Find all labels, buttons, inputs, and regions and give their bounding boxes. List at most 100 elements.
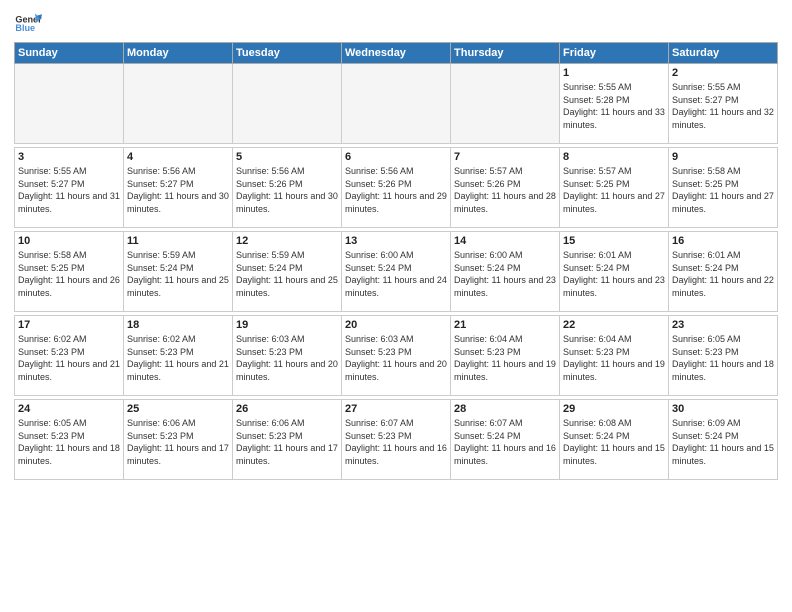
day-number: 24 [18,403,120,415]
day-info: Sunrise: 6:04 AMSunset: 5:23 PMDaylight:… [563,333,665,383]
day-number: 10 [18,235,120,247]
logo: General Blue [14,10,42,38]
day-cell-1: 1Sunrise: 5:55 AMSunset: 5:28 PMDaylight… [560,64,669,144]
day-cell-25: 25 Sunrise: 6:06 AMSunset: 5:23 PMDayligh… [124,400,233,480]
day-info: Sunrise: 6:07 AMSunset: 5:24 PMDaylight:… [454,417,556,467]
day-number: 16 [672,235,774,247]
day-cell-6: 6Sunrise: 5:56 AMSunset: 5:26 PMDaylight… [342,148,451,228]
day-number: 15 [563,235,665,247]
day-number: 1 [563,67,665,79]
day-info: Sunrise: 5:59 AMSunset: 5:24 PMDaylight:… [236,249,338,299]
day-cell-23: 23 Sunrise: 6:05 AMSunset: 5:23 PMDayligh… [669,316,778,396]
day-number: 23 [672,319,774,331]
header: General Blue [14,10,778,38]
day-info: Sunrise: 6:06 AMSunset: 5:23 PMDaylight:… [127,417,229,467]
day-cell-19: 19 Sunrise: 6:03 AMSunset: 5:23 PMDayligh… [233,316,342,396]
day-number: 6 [345,151,447,163]
day-number: 4 [127,151,229,163]
day-info: Sunrise: 6:00 AMSunset: 5:24 PMDaylight:… [454,249,556,299]
day-info: Sunrise: 6:09 AMSunset: 5:24 PMDaylight:… [672,417,774,467]
weekday-header-monday: Monday [124,43,233,64]
day-cell-18: 18 Sunrise: 6:02 AMSunset: 5:23 PMDayligh… [124,316,233,396]
day-number: 14 [454,235,556,247]
day-number: 11 [127,235,229,247]
empty-cell [342,64,451,144]
day-cell-20: 20 Sunrise: 6:03 AMSunset: 5:23 PMDayligh… [342,316,451,396]
empty-cell [124,64,233,144]
day-cell-22: 22 Sunrise: 6:04 AMSunset: 5:23 PMDayligh… [560,316,669,396]
day-cell-3: 3 Sunrise: 5:55 AMSunset: 5:27 PMDaylight… [15,148,124,228]
day-info: Sunrise: 5:56 AMSunset: 5:26 PMDaylight:… [236,165,338,215]
day-info: Sunrise: 6:01 AMSunset: 5:24 PMDaylight:… [563,249,665,299]
day-number: 30 [672,403,774,415]
day-number: 5 [236,151,338,163]
day-cell-10: 10 Sunrise: 5:58 AMSunset: 5:25 PMDayligh… [15,232,124,312]
day-info: Sunrise: 5:57 AMSunset: 5:26 PMDaylight:… [454,165,556,215]
day-number: 20 [345,319,447,331]
day-info: Sunrise: 6:07 AMSunset: 5:23 PMDaylight:… [345,417,447,467]
day-cell-13: 13Sunrise: 6:00 AMSunset: 5:24 PMDayligh… [342,232,451,312]
weekday-header-thursday: Thursday [451,43,560,64]
day-number: 18 [127,319,229,331]
day-number: 2 [672,67,774,79]
weekday-header-row: SundayMondayTuesdayWednesdayThursdayFrid… [15,43,778,64]
day-number: 28 [454,403,556,415]
empty-cell [15,64,124,144]
day-cell-16: 16 Sunrise: 6:01 AMSunset: 5:24 PMDayligh… [669,232,778,312]
week-row-3: 10 Sunrise: 5:58 AMSunset: 5:25 PMDayligh… [15,232,778,312]
day-info: Sunrise: 5:57 AMSunset: 5:25 PMDaylight:… [563,165,665,215]
day-number: 25 [127,403,229,415]
day-number: 9 [672,151,774,163]
day-info: Sunrise: 5:59 AMSunset: 5:24 PMDaylight:… [127,249,229,299]
week-row-5: 24 Sunrise: 6:05 AMSunset: 5:23 PMDayligh… [15,400,778,480]
weekday-header-wednesday: Wednesday [342,43,451,64]
day-info: Sunrise: 6:03 AMSunset: 5:23 PMDaylight:… [345,333,447,383]
week-row-4: 17 Sunrise: 6:02 AMSunset: 5:23 PMDayligh… [15,316,778,396]
weekday-header-tuesday: Tuesday [233,43,342,64]
day-cell-8: 8 Sunrise: 5:57 AMSunset: 5:25 PMDaylight… [560,148,669,228]
day-info: Sunrise: 5:55 AMSunset: 5:27 PMDaylight:… [672,81,774,131]
weekday-header-saturday: Saturday [669,43,778,64]
empty-cell [451,64,560,144]
day-info: Sunrise: 6:02 AMSunset: 5:23 PMDaylight:… [127,333,229,383]
day-info: Sunrise: 6:03 AMSunset: 5:23 PMDaylight:… [236,333,338,383]
weekday-header-sunday: Sunday [15,43,124,64]
day-info: Sunrise: 6:02 AMSunset: 5:23 PMDaylight:… [18,333,120,383]
week-row-1: 1Sunrise: 5:55 AMSunset: 5:28 PMDaylight… [15,64,778,144]
day-cell-17: 17 Sunrise: 6:02 AMSunset: 5:23 PMDayligh… [15,316,124,396]
day-info: Sunrise: 6:06 AMSunset: 5:23 PMDaylight:… [236,417,338,467]
day-number: 19 [236,319,338,331]
day-cell-5: 5 Sunrise: 5:56 AMSunset: 5:26 PMDaylight… [233,148,342,228]
day-number: 7 [454,151,556,163]
day-info: Sunrise: 5:58 AMSunset: 5:25 PMDaylight:… [672,165,774,215]
day-info: Sunrise: 6:05 AMSunset: 5:23 PMDaylight:… [18,417,120,467]
day-cell-11: 11 Sunrise: 5:59 AMSunset: 5:24 PMDayligh… [124,232,233,312]
day-info: Sunrise: 6:01 AMSunset: 5:24 PMDaylight:… [672,249,774,299]
weekday-header-friday: Friday [560,43,669,64]
day-cell-15: 15 Sunrise: 6:01 AMSunset: 5:24 PMDayligh… [560,232,669,312]
day-info: Sunrise: 5:56 AMSunset: 5:27 PMDaylight:… [127,165,229,215]
calendar: SundayMondayTuesdayWednesdayThursdayFrid… [14,42,778,480]
day-number: 27 [345,403,447,415]
week-row-2: 3 Sunrise: 5:55 AMSunset: 5:27 PMDaylight… [15,148,778,228]
day-number: 17 [18,319,120,331]
day-cell-29: 29Sunrise: 6:08 AMSunset: 5:24 PMDayligh… [560,400,669,480]
day-cell-14: 14 Sunrise: 6:00 AMSunset: 5:24 PMDayligh… [451,232,560,312]
day-info: Sunrise: 5:58 AMSunset: 5:25 PMDaylight:… [18,249,120,299]
day-cell-24: 24 Sunrise: 6:05 AMSunset: 5:23 PMDayligh… [15,400,124,480]
day-cell-7: 7 Sunrise: 5:57 AMSunset: 5:26 PMDaylight… [451,148,560,228]
day-number: 22 [563,319,665,331]
logo-icon: General Blue [14,10,42,38]
day-cell-28: 28 Sunrise: 6:07 AMSunset: 5:24 PMDayligh… [451,400,560,480]
day-cell-27: 27 Sunrise: 6:07 AMSunset: 5:23 PMDayligh… [342,400,451,480]
day-info: Sunrise: 6:05 AMSunset: 5:23 PMDaylight:… [672,333,774,383]
day-cell-4: 4 Sunrise: 5:56 AMSunset: 5:27 PMDaylight… [124,148,233,228]
day-number: 8 [563,151,665,163]
day-number: 12 [236,235,338,247]
day-cell-21: 21Sunrise: 6:04 AMSunset: 5:23 PMDayligh… [451,316,560,396]
day-info: Sunrise: 5:55 AMSunset: 5:27 PMDaylight:… [18,165,120,215]
day-cell-9: 9 Sunrise: 5:58 AMSunset: 5:25 PMDaylight… [669,148,778,228]
day-info: Sunrise: 6:04 AMSunset: 5:23 PMDaylight:… [454,333,556,383]
day-number: 3 [18,151,120,163]
day-number: 26 [236,403,338,415]
